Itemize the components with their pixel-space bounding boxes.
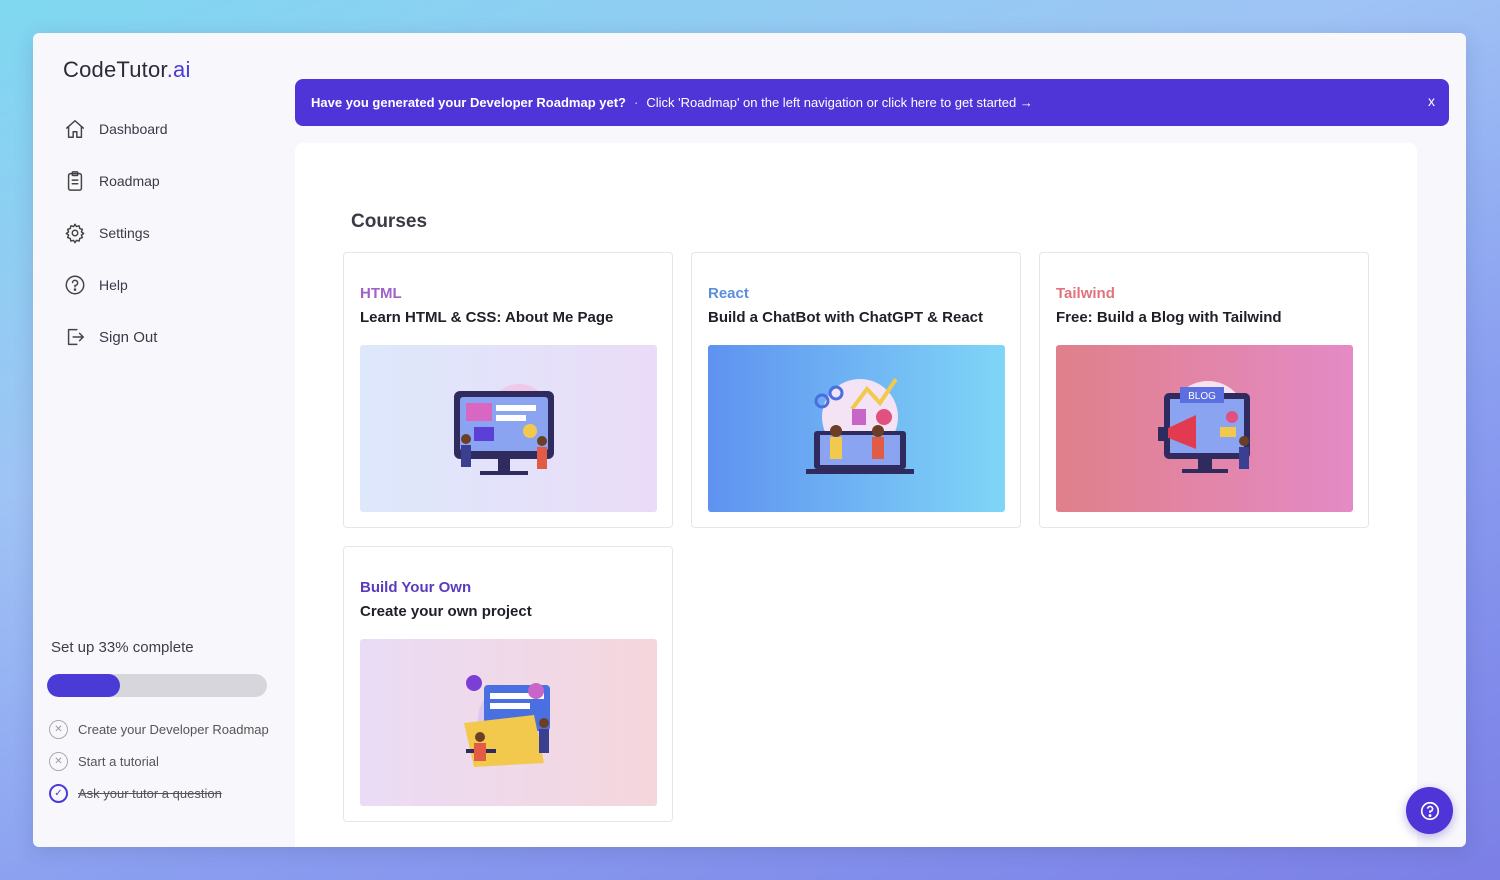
- course-category: HTML: [360, 285, 402, 302]
- course-thumbnail: [360, 345, 657, 512]
- setup-task-start-tutorial[interactable]: ✕ Start a tutorial: [47, 745, 282, 777]
- setup-task-ask-tutor[interactable]: ✓ Ask your tutor a question: [47, 777, 282, 809]
- project-illustration-icon: [463, 674, 550, 767]
- course-card-tailwind[interactable]: Tailwind Free: Build a Blog with Tailwin…: [1039, 252, 1369, 528]
- setup-task-label: Ask your tutor a question: [78, 785, 222, 801]
- setup-task-label: Create your Developer Roadmap: [78, 721, 269, 737]
- question-circle-icon: [63, 273, 87, 297]
- course-thumbnail: BLOG: [1056, 345, 1353, 512]
- x-circle-icon: ✕: [49, 751, 68, 771]
- app-window: CodeTutor.ai Dashboard Roadmap Settings: [33, 33, 1466, 847]
- course-title: Create your own project: [360, 603, 532, 620]
- home-icon: [63, 117, 87, 141]
- banner-instruction: Click 'Roadmap' on the left navigation o…: [646, 95, 1033, 110]
- sidebar-item-settings[interactable]: Settings: [63, 207, 168, 259]
- course-card-react[interactable]: React Build a ChatBot with ChatGPT & Rea…: [691, 252, 1021, 528]
- setup-task-list: ✕ Create your Developer Roadmap ✕ Start …: [47, 713, 282, 809]
- banner-question: Have you generated your Developer Roadma…: [311, 95, 626, 110]
- setup-progress-panel: Set up 33% complete ✕ Create your Develo…: [47, 639, 282, 809]
- svg-text:BLOG: BLOG: [1188, 391, 1216, 402]
- sidebar-item-label: Dashboard: [99, 121, 168, 137]
- sidebar-item-dashboard[interactable]: Dashboard: [63, 103, 168, 155]
- setup-task-create-roadmap[interactable]: ✕ Create your Developer Roadmap: [47, 713, 282, 745]
- sidebar-item-help[interactable]: Help: [63, 259, 168, 311]
- courses-title: Courses: [351, 211, 428, 232]
- banner-separator: ·: [633, 95, 639, 110]
- course-title: Free: Build a Blog with Tailwind: [1056, 309, 1282, 326]
- course-card-build-your-own[interactable]: Build Your Own Create your own project: [343, 546, 673, 822]
- main-panel: Courses HTML Learn HTML & CSS: About Me …: [295, 143, 1417, 847]
- blog-megaphone-illustration-icon: BLOG: [1157, 380, 1250, 473]
- sidebar-item-label: Settings: [99, 225, 150, 241]
- banner-close-button[interactable]: x: [1428, 93, 1435, 109]
- sidebar-item-label: Sign Out: [99, 328, 158, 346]
- setup-progress-bar: [47, 674, 267, 697]
- course-category: Tailwind: [1056, 285, 1115, 302]
- sidebar-nav: Dashboard Roadmap Settings Help Sign Out: [63, 103, 168, 363]
- setup-task-label: Start a tutorial: [78, 753, 159, 769]
- setup-title: Set up 33% complete: [51, 639, 194, 656]
- roadmap-banner[interactable]: Have you generated your Developer Roadma…: [295, 79, 1449, 126]
- x-circle-icon: ✕: [49, 719, 68, 739]
- course-title: Learn HTML & CSS: About Me Page: [360, 309, 614, 326]
- gear-icon: [63, 221, 87, 245]
- sign-out-icon: [63, 325, 87, 349]
- course-category: Build Your Own: [360, 579, 472, 596]
- check-circle-icon: ✓: [49, 783, 68, 803]
- setup-progress-fill: [47, 674, 120, 697]
- course-category: React: [708, 285, 749, 302]
- monitor-illustration-icon: [453, 383, 554, 475]
- sidebar-item-sign-out[interactable]: Sign Out: [63, 311, 168, 363]
- course-title: Build a ChatBot with ChatGPT & React: [708, 309, 984, 326]
- chatbot-illustration-icon: [805, 377, 914, 474]
- sidebar-item-label: Roadmap: [99, 173, 160, 189]
- clipboard-icon: [63, 169, 87, 193]
- sidebar: CodeTutor.ai Dashboard Roadmap Settings: [33, 33, 295, 847]
- course-thumbnail: [360, 639, 657, 806]
- logo[interactable]: CodeTutor.ai: [63, 57, 191, 83]
- course-card-html[interactable]: HTML Learn HTML & CSS: About Me Page: [343, 252, 673, 528]
- sidebar-item-roadmap[interactable]: Roadmap: [63, 155, 168, 207]
- help-chat-button[interactable]: [1406, 787, 1453, 834]
- sidebar-item-label: Help: [99, 277, 128, 293]
- course-thumbnail: [708, 345, 1005, 512]
- question-circle-icon: [1420, 801, 1439, 820]
